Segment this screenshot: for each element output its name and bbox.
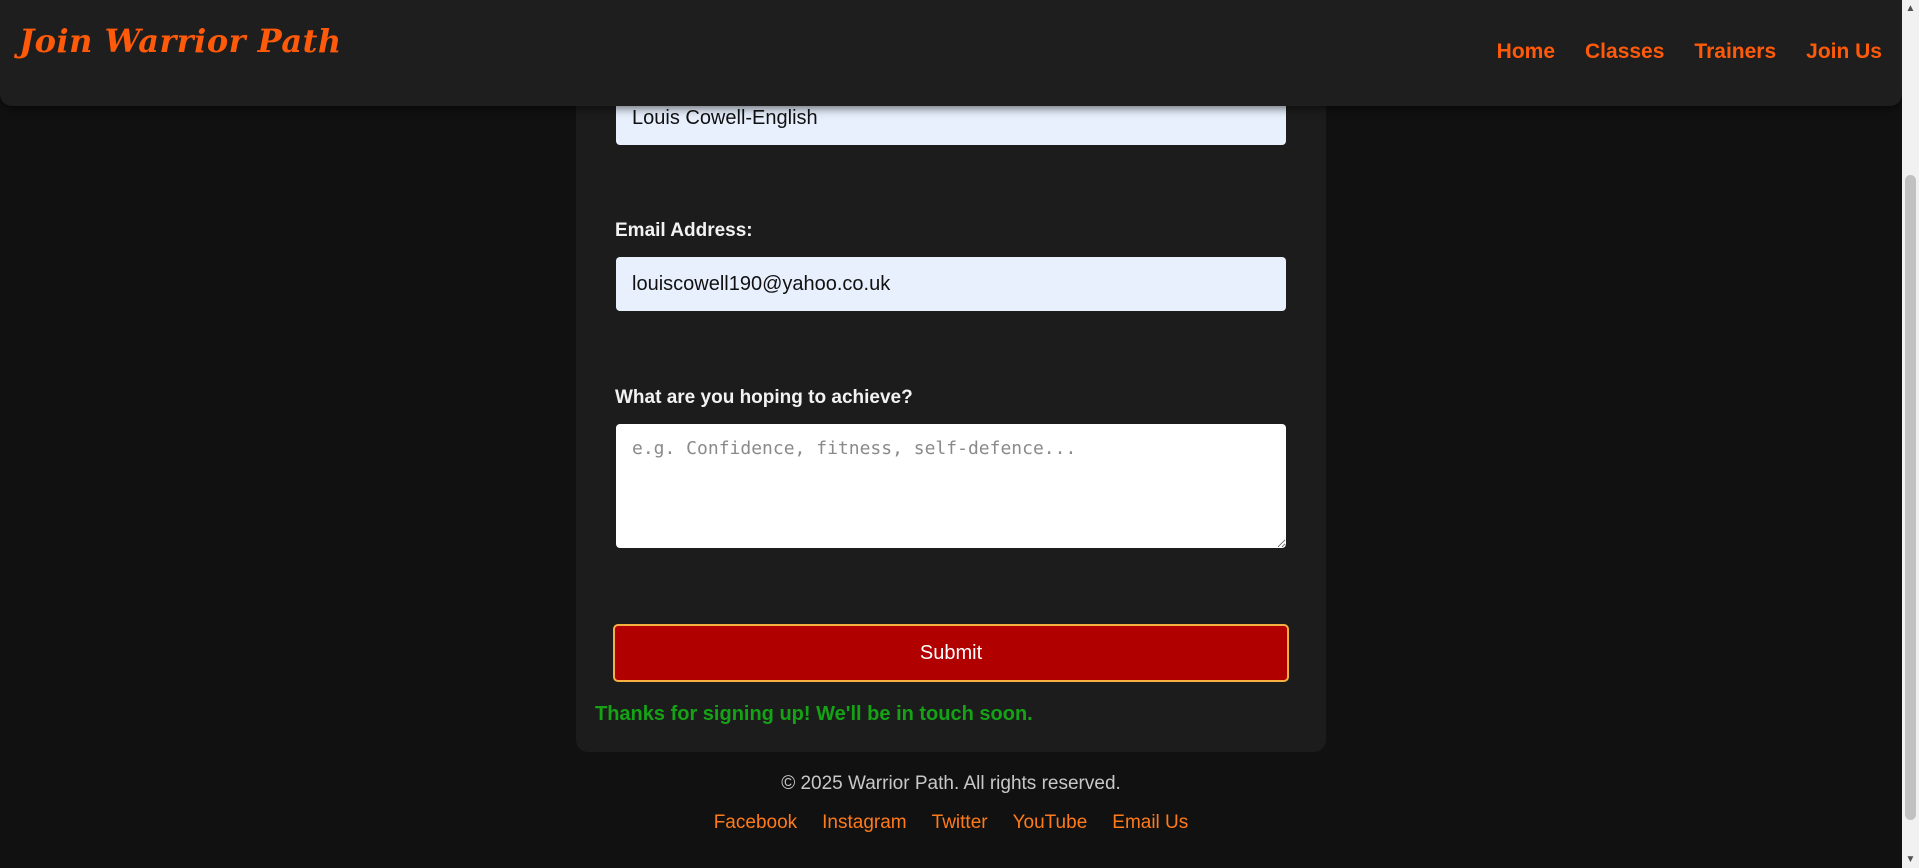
submit-button[interactable]: Submit <box>613 624 1289 682</box>
main-nav: Home Classes Trainers Join Us <box>1497 40 1882 64</box>
nav-home[interactable]: Home <box>1497 40 1555 64</box>
email-input[interactable] <box>616 257 1286 311</box>
scrollbar-thumb[interactable] <box>1905 175 1916 820</box>
nav-trainers[interactable]: Trainers <box>1694 40 1776 64</box>
goals-textarea[interactable] <box>616 424 1286 548</box>
footer-link-youtube[interactable]: YouTube <box>1013 812 1088 834</box>
email-label: Email Address: <box>615 220 753 241</box>
site-header: Join Warrior Path Home Classes Trainers … <box>0 0 1902 106</box>
nav-join-us[interactable]: Join Us <box>1806 40 1882 64</box>
brand-title[interactable]: Join Warrior Path <box>19 22 342 60</box>
footer-link-instagram[interactable]: Instagram <box>822 812 906 834</box>
copyright-text: © 2025 Warrior Path. All rights reserved… <box>781 773 1121 794</box>
footer-link-twitter[interactable]: Twitter <box>932 812 988 834</box>
triangle-down-icon[interactable]: ▼ <box>1902 851 1919 868</box>
success-message: Thanks for signing up! We'll be in touch… <box>595 703 1033 725</box>
nav-classes[interactable]: Classes <box>1585 40 1664 64</box>
social-links: Facebook Instagram Twitter YouTube Email… <box>0 812 1902 834</box>
goals-label: What are you hoping to achieve? <box>615 387 913 408</box>
triangle-up-icon[interactable]: ▲ <box>1902 0 1919 17</box>
vertical-scrollbar[interactable]: ▲ ▼ <box>1902 0 1919 868</box>
footer-link-facebook[interactable]: Facebook <box>714 812 797 834</box>
page-viewport: Email Address: What are you hoping to ac… <box>0 0 1902 868</box>
footer-link-email[interactable]: Email Us <box>1112 812 1188 834</box>
